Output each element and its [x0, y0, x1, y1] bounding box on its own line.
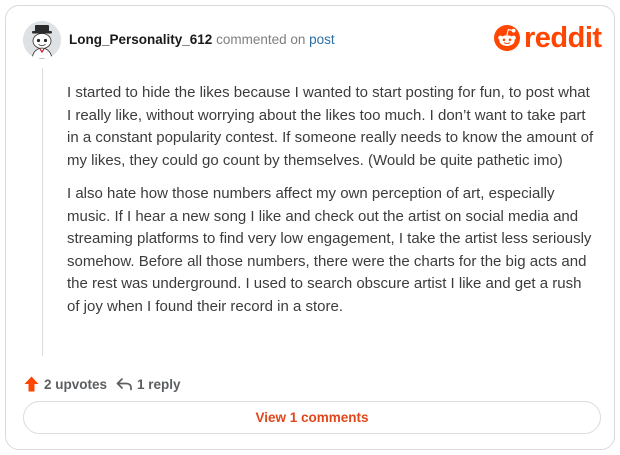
upvote-arrow-icon: [24, 376, 39, 392]
comment-paragraph: I started to hide the likes because I wa…: [67, 84, 594, 169]
upvote-button[interactable]: 2 upvotes: [24, 376, 107, 392]
comment-header: Long_Personality_612 commented on post: [69, 32, 335, 48]
reddit-alien-icon: [494, 25, 520, 51]
snoo-avatar-icon: [23, 21, 61, 59]
post-link[interactable]: post: [309, 32, 335, 47]
upvote-count: 2 upvotes: [44, 376, 108, 392]
comment-body: I started to hide the likes because I wa…: [67, 82, 597, 318]
reddit-logo[interactable]: reddit: [494, 23, 602, 53]
reply-count: 1 reply: [137, 376, 181, 392]
reddit-wordmark: reddit: [524, 22, 602, 54]
view-comments-button[interactable]: View 1 comments: [23, 401, 601, 434]
avatar[interactable]: [23, 21, 61, 59]
reply-arrow-icon: [116, 378, 132, 391]
comment-paragraph: I also hate how those numbers affect my …: [67, 185, 592, 315]
comment-actions: 2 upvotes 1 reply: [24, 374, 181, 394]
reply-button[interactable]: 1 reply: [116, 377, 181, 392]
username-link[interactable]: Long_Personality_612: [69, 32, 212, 47]
thread-line[interactable]: [42, 68, 43, 356]
comment-card: Long_Personality_612 commented on post r…: [5, 5, 615, 450]
comment-action-text: commented on: [216, 32, 306, 47]
